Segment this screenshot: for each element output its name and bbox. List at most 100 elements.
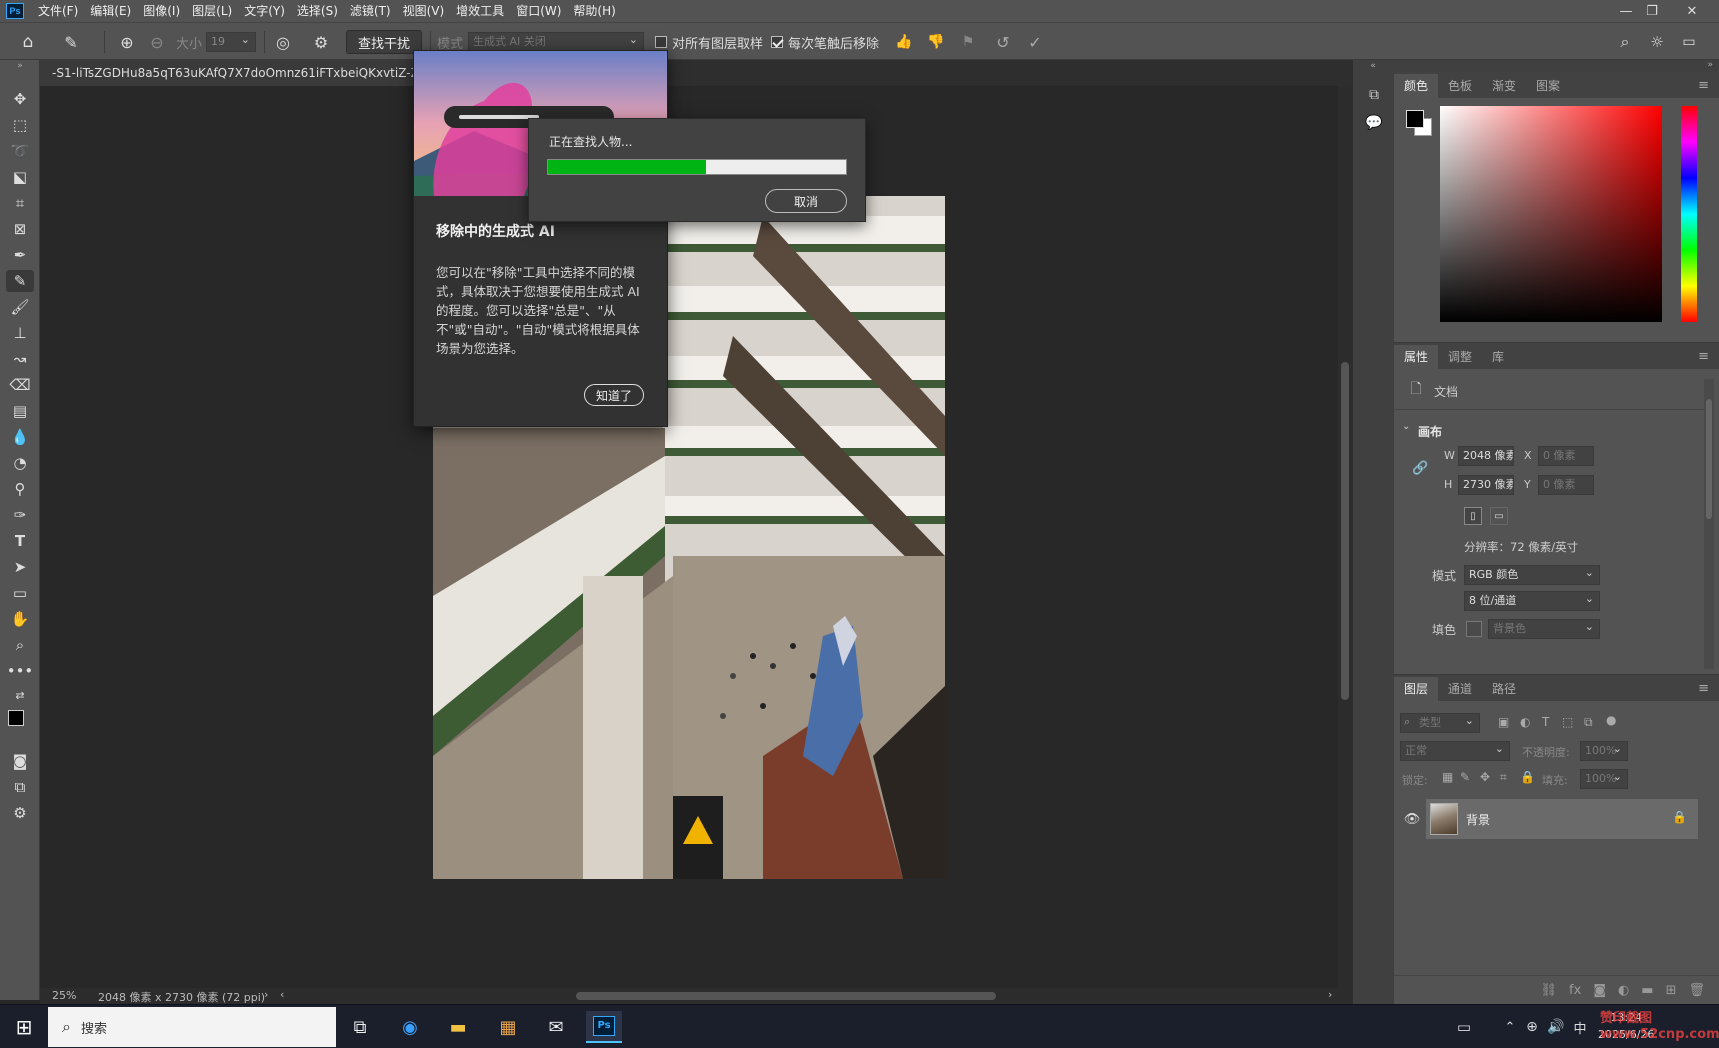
blur-tool-icon[interactable]: 💧: [6, 426, 34, 448]
remove-tool-icon[interactable]: ✎: [6, 270, 34, 292]
tab-gradients[interactable]: 渐变: [1482, 74, 1526, 98]
add-mode-icon[interactable]: ⊕: [116, 23, 138, 61]
lock-position-icon[interactable]: ✥: [1480, 770, 1490, 784]
add-mask-icon[interactable]: ◙: [1593, 983, 1606, 998]
menu-filter[interactable]: 滤镜(T): [344, 0, 397, 22]
chevron-down-icon[interactable]: ⌄: [1402, 421, 1410, 432]
new-group-icon[interactable]: ▬: [1641, 983, 1653, 998]
foreground-color-swatch[interactable]: [8, 710, 24, 726]
layer-name[interactable]: 背景: [1466, 811, 1490, 828]
new-layer-icon[interactable]: ⊞: [1666, 983, 1677, 998]
tab-patterns[interactable]: 图案: [1526, 74, 1570, 98]
crop-tool-icon[interactable]: ⌗: [6, 192, 34, 214]
undo-icon[interactable]: ↺: [992, 23, 1014, 61]
thumbs-down-icon[interactable]: 👎: [926, 23, 946, 61]
menu-select[interactable]: 选择(S): [291, 0, 344, 22]
lock-all-icon[interactable]: 🔒: [1520, 770, 1535, 784]
document-tab[interactable]: -S1-liTsZGDHu8a5qT63uKAfQ7X7doOmnz61iFTx…: [40, 60, 415, 86]
scroll-right-icon[interactable]: ›: [1328, 988, 1332, 1001]
frame-tool-icon[interactable]: ⊠: [6, 218, 34, 240]
tab-adjustments[interactable]: 调整: [1438, 345, 1482, 369]
bit-depth-select[interactable]: 8 位/通道: [1464, 591, 1600, 611]
filter-shape-icon[interactable]: ⬚: [1562, 715, 1573, 729]
history-brush-icon[interactable]: ↝: [6, 348, 34, 370]
menu-view[interactable]: 视图(V): [397, 0, 451, 22]
swap-colors-icon[interactable]: ⇄: [6, 684, 34, 706]
marquee-tool-icon[interactable]: ⬚: [6, 114, 34, 136]
fill-swatch[interactable]: [1466, 621, 1482, 637]
flag-icon[interactable]: ⚑: [958, 23, 978, 61]
type-tool-icon[interactable]: T: [6, 530, 34, 552]
properties-scrollbar[interactable]: [1704, 379, 1714, 669]
fill-opacity-input[interactable]: 100%: [1580, 769, 1628, 789]
windows-start-icon[interactable]: ⊞: [6, 1011, 42, 1043]
panel-menu-icon[interactable]: ≡: [1688, 74, 1719, 98]
visibility-eye-icon[interactable]: 👁: [1402, 809, 1422, 829]
gradient-tool-icon[interactable]: ▤: [6, 400, 34, 422]
menu-window[interactable]: 窗口(W): [510, 0, 567, 22]
ime-language[interactable]: 中: [1562, 1011, 1598, 1043]
edge-browser-icon[interactable]: ◉: [392, 1011, 428, 1043]
vertical-scroll-thumb[interactable]: [1341, 362, 1349, 700]
menu-layer[interactable]: 图层(L): [186, 0, 238, 22]
layer-lock-icon[interactable]: 🔒: [1672, 810, 1687, 824]
comments-panel-icon[interactable]: 💬: [1363, 112, 1385, 134]
x-input[interactable]: 0 像素: [1538, 446, 1594, 466]
menu-image[interactable]: 图像(I): [137, 0, 186, 22]
layer-filter-select[interactable]: 类型: [1400, 713, 1480, 733]
blend-mode-select[interactable]: 正常: [1400, 741, 1510, 761]
remove-after-stroke-checkbox[interactable]: 每次笔触后移除: [771, 23, 879, 61]
thumbs-up-icon[interactable]: 👍: [894, 23, 914, 61]
zoom-tool-icon[interactable]: ⌕: [6, 634, 34, 656]
move-tool-icon[interactable]: ✥: [6, 88, 34, 110]
eyedropper-tool-icon[interactable]: ✒: [6, 244, 34, 266]
filter-toggle-icon[interactable]: ●: [1606, 713, 1616, 727]
filter-adjustment-icon[interactable]: ◐: [1520, 715, 1530, 729]
path-select-icon[interactable]: ➤: [6, 556, 34, 578]
history-panel-icon[interactable]: ⧉: [1363, 84, 1385, 106]
delete-layer-icon[interactable]: 🗑: [1688, 983, 1705, 998]
lock-transparency-icon[interactable]: ▦: [1442, 770, 1453, 784]
filter-type-icon[interactable]: T: [1542, 715, 1549, 729]
tab-layers[interactable]: 图层: [1394, 677, 1439, 701]
menu-type[interactable]: 文字(Y): [238, 0, 291, 22]
screen-mode-icon[interactable]: ⧉: [6, 776, 34, 798]
edit-toolbar-icon[interactable]: ⚙: [6, 802, 34, 824]
y-input[interactable]: 0 像素: [1538, 475, 1594, 495]
find-distractions-button[interactable]: 查找干扰: [346, 30, 422, 54]
fill-select[interactable]: 背景色: [1488, 619, 1600, 639]
tab-channels[interactable]: 通道: [1438, 677, 1482, 701]
color-field[interactable]: [1440, 106, 1662, 322]
restore-icon[interactable]: ❐: [1632, 0, 1672, 22]
close-icon[interactable]: ✕: [1672, 0, 1712, 22]
tab-properties[interactable]: 属性: [1394, 345, 1439, 369]
layers-menu-icon[interactable]: ≡: [1688, 677, 1719, 701]
lasso-tool-icon[interactable]: ➰: [6, 140, 34, 162]
subtract-mode-icon[interactable]: ⊖: [146, 23, 168, 61]
size-input[interactable]: 19: [206, 32, 256, 52]
foreground-swatch[interactable]: [1406, 110, 1424, 128]
stamp-tool-icon[interactable]: ⊥: [6, 322, 34, 344]
link-layers-icon[interactable]: ⛓: [1541, 983, 1558, 998]
vertical-scrollbar[interactable]: [1338, 86, 1352, 988]
menu-file[interactable]: 文件(F): [32, 0, 84, 22]
task-view-icon[interactable]: ⧉: [342, 1011, 378, 1043]
tab-libraries[interactable]: 库: [1482, 345, 1514, 369]
quick-mask-icon[interactable]: ◙: [6, 750, 34, 772]
taskbar-search-box[interactable]: ⌕ 搜索: [48, 1007, 336, 1047]
brush-tool-icon[interactable]: 🖌: [6, 296, 34, 318]
store-icon[interactable]: ▦: [490, 1011, 526, 1043]
pen-tool-icon[interactable]: ✑: [6, 504, 34, 526]
tab-paths[interactable]: 路径: [1482, 677, 1526, 701]
link-dimensions-icon[interactable]: 🔗: [1412, 461, 1428, 476]
status-arrow-icon[interactable]: ›: [264, 988, 268, 1001]
menu-edit[interactable]: 编辑(E): [84, 0, 137, 22]
search-icon[interactable]: ⌕: [1614, 23, 1636, 61]
tab-color[interactable]: 颜色: [1394, 74, 1439, 98]
scroll-left-icon[interactable]: ‹: [280, 988, 284, 1001]
opacity-input[interactable]: 100%: [1580, 741, 1628, 761]
cancel-button[interactable]: 取消: [765, 189, 847, 213]
hue-slider[interactable]: [1681, 106, 1697, 322]
hand-tool-icon[interactable]: ✋: [6, 608, 34, 630]
zoom-level[interactable]: 25%: [52, 989, 76, 1002]
